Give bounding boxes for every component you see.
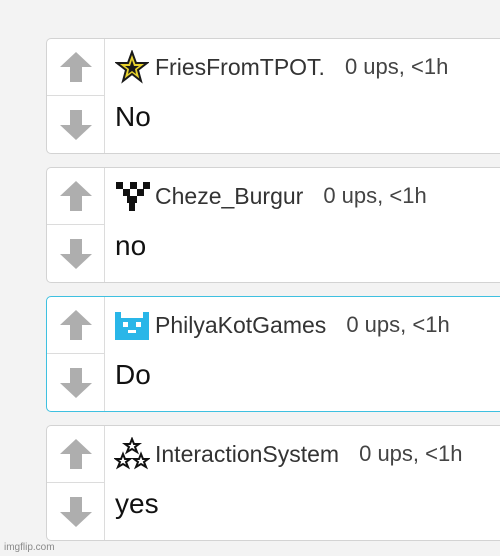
downvote-button[interactable] [47,483,105,540]
username-link[interactable]: Cheze_Burgur [155,183,303,210]
comment-header: Cheze_Burgur 0 ups, <1h [113,174,427,218]
comment-header: FriesFromTPOT. 0 ups, <1h [113,45,448,89]
comment-meta: 0 ups, <1h [344,54,449,79]
vote-column [47,39,105,153]
comment-card: Cheze_Burgur 0 ups, <1h no [46,167,500,283]
stars-cluster-icon[interactable] [113,435,151,473]
comment-card: InteractionSystem 0 ups, <1h yes [46,425,500,541]
downvote-button[interactable] [47,96,105,153]
username-link[interactable]: InteractionSystem [155,441,339,468]
arrow-down-icon [60,109,92,140]
arrow-down-icon [60,238,92,269]
upvote-button[interactable] [47,39,105,96]
comment-card: FriesFromTPOT. 0 ups, <1h No [46,38,500,154]
username-link[interactable]: PhilyaKotGames [155,312,326,339]
arrow-down-icon [60,367,92,398]
arrow-up-icon [60,439,92,469]
vote-column [47,426,105,540]
arrow-up-icon [60,310,92,340]
arrow-up-icon [60,181,92,211]
comment-text: yes [115,488,159,519]
pixel-checker-icon[interactable] [113,177,151,215]
username-link[interactable]: FriesFromTPOT. [155,54,325,81]
star-icon[interactable] [113,48,151,86]
upvote-button[interactable] [47,297,105,354]
watermark: imgflip.com [4,542,55,553]
comment-meta: 0 ups, <1h [323,183,427,208]
downvote-button[interactable] [47,354,105,411]
comment-text: Do [115,359,151,390]
comment-meta: 0 ups, <1h [346,312,450,337]
arrow-up-icon [60,52,92,82]
comment-header: PhilyaKotGames 0 ups, <1h [113,303,450,347]
upvote-button[interactable] [47,168,105,225]
comment-header: InteractionSystem 0 ups, <1h [113,432,462,476]
comment-text: no [115,230,147,261]
vote-column [47,168,105,282]
comment-card: PhilyaKotGames 0 ups, <1h Do [46,296,500,412]
downvote-button[interactable] [47,225,105,282]
pixel-cat-icon[interactable] [113,306,151,344]
comment-text: No [115,101,151,132]
vote-column [47,297,105,411]
upvote-button[interactable] [47,426,105,483]
comment-meta: 0 ups, <1h [359,441,463,466]
arrow-down-icon [60,496,92,527]
